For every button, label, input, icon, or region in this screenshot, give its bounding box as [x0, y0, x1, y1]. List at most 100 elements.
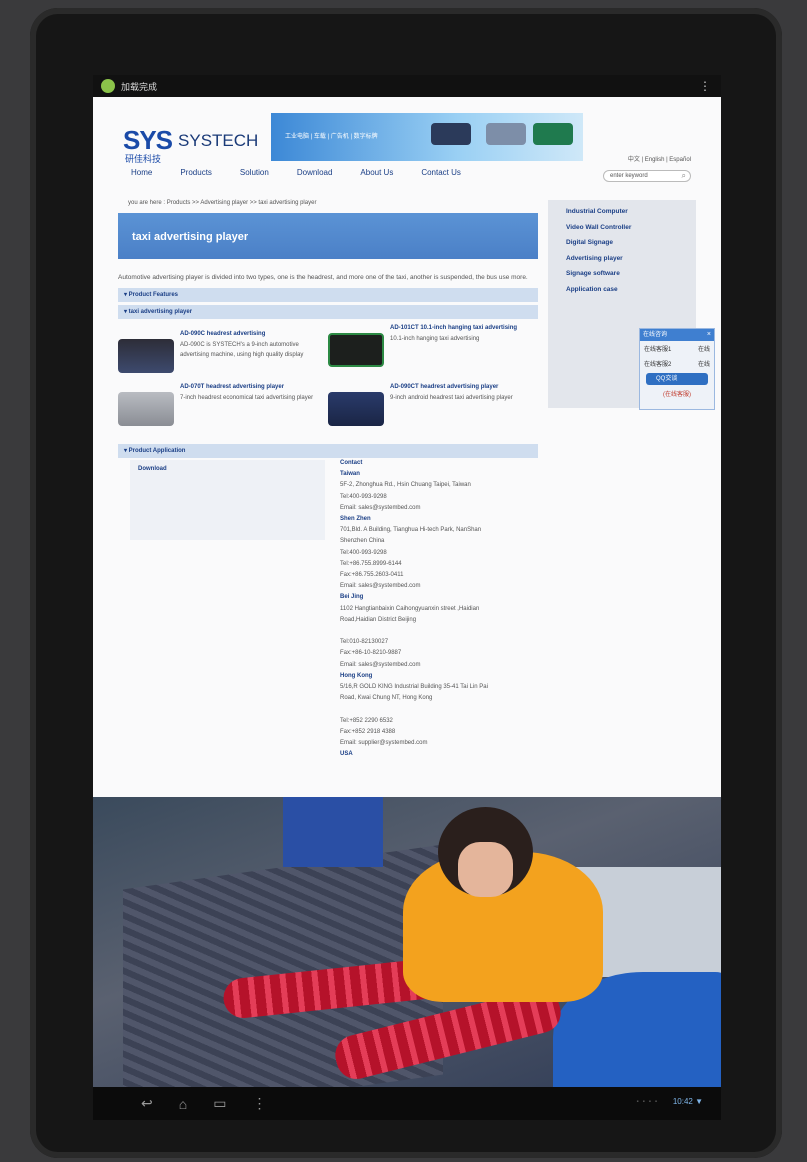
notification-tray[interactable]: ▪▪▪▪ [636, 1099, 661, 1105]
qq-chat-button[interactable]: QQ交谈 [646, 373, 708, 385]
banner-text: 工业电脑 | 车载 | 广告机 | 数字标牌 [285, 134, 378, 140]
contact-line: Fax:+86.755.2603-0411 [340, 572, 404, 579]
contact-region: USA [340, 751, 353, 758]
product-image[interactable] [118, 339, 174, 373]
contact-line[interactable]: Email: sales@systembed.com [340, 503, 540, 514]
product-desc: 10.1-inch hanging taxi advertising [390, 336, 480, 342]
contact-region: Bei Jing [340, 594, 364, 601]
contact-line: 1102 Hangtianbaixin Caihongyuanxin stree… [340, 605, 480, 612]
chat-header: 在线咨询 × [640, 329, 714, 341]
main-content: you are here : Products >> Advertising p… [118, 200, 538, 757]
nav-solution[interactable]: Solution [240, 168, 269, 177]
overflow-menu-icon[interactable]: ⋮ [699, 79, 711, 93]
tablet-screen: 加载完成 ⋮ SYS SYSTECH 研佳科技 工业电脑 | 车载 | 广告机 … [93, 75, 721, 1120]
close-icon[interactable]: × [707, 329, 711, 341]
product-desc: 9-inch android headrest taxi advertising… [390, 395, 513, 401]
recent-apps-icon[interactable]: ▭ [213, 1095, 226, 1112]
contact-line: 5F-2, Zhonghua Rd., Hsin Chuang Taipei, … [340, 482, 471, 489]
language-switcher[interactable]: 中文 | English | Español [628, 154, 691, 163]
contact-line: Road, Kwai Chung NT, Hong Kong [340, 695, 433, 702]
status-app-name: 加载完成 [121, 81, 158, 92]
chat-service-label: 在线客服1 [644, 347, 672, 353]
banner-device-image [431, 123, 471, 145]
video-scene-child-face [458, 842, 513, 897]
product-item[interactable]: AD-101CT 10.1-inch hanging taxi advertis… [328, 325, 528, 380]
product-item[interactable]: AD-090CT headrest advertising player 9-i… [328, 384, 528, 439]
contact-line[interactable]: Email: supplier@systembed.com [340, 738, 540, 749]
contact-line: 5/16,R GOLD KING Industrial Building 35-… [340, 684, 488, 691]
product-title[interactable]: AD-101CT 10.1-inch hanging taxi advertis… [390, 325, 540, 331]
sidebar-item-video-wall[interactable]: Video Wall Controller [566, 224, 696, 240]
chat-service-row[interactable]: 在线客服2 在线 [640, 356, 714, 371]
product-title[interactable]: AD-090CT headrest advertising player [390, 384, 540, 390]
android-navigation-bar: ↩ ⌂ ▭ ⋮ ▪▪▪▪ 10:42 ▼ [93, 1087, 721, 1120]
contact-line: Road,Haidian District Beijing [340, 616, 417, 623]
contact-line: Shenzhen China [340, 538, 385, 545]
breadcrumb[interactable]: you are here : Products >> Advertising p… [128, 200, 538, 206]
header-banner: 工业电脑 | 车载 | 广告机 | 数字标牌 [271, 113, 583, 161]
video-scene-pole [283, 797, 383, 867]
product-item[interactable]: AD-090C headrest advertising AD-090C is … [118, 331, 318, 386]
product-image[interactable] [328, 333, 384, 367]
product-image[interactable] [118, 392, 174, 426]
contact-line: Fax:+852 2918 4388 [340, 728, 396, 735]
status-bar: 加载完成 ⋮ [93, 75, 721, 97]
search-icon[interactable]: ⌕ [682, 171, 686, 181]
android-app-icon [101, 79, 115, 93]
search-input[interactable]: enter keyword ⌕ [603, 170, 691, 182]
sidebar-item-industrial-computer[interactable]: Industrial Computer [566, 208, 696, 224]
chat-widget: 在线咨询 × 在线客服1 在线 在线客服2 在线 QQ交谈 (在线客服) [639, 328, 715, 410]
contact-region: Taiwan [340, 471, 360, 478]
nav-contact-us[interactable]: Contact Us [421, 168, 461, 177]
main-nav: Home Products Solution Download About Us… [131, 168, 461, 177]
contact-section: Contact Taiwan 5F-2, Zhonghua Rd., Hsin C… [340, 458, 540, 760]
contact-line: Tel:+852 2290 6532 [340, 717, 393, 724]
chat-service-label: 在线客服2 [644, 362, 672, 368]
logo-name: SYSTECH [178, 130, 259, 150]
product-image[interactable] [328, 392, 384, 426]
contact-line[interactable]: Email: sales@systembed.com [340, 660, 540, 671]
contact-line: Tel:010-82130027 [340, 639, 389, 646]
contact-heading: Contact [340, 460, 363, 466]
web-page: SYS SYSTECH 研佳科技 工业电脑 | 车载 | 广告机 | 数字标牌 … [93, 97, 721, 797]
product-item[interactable]: AD-070T headrest advertising player 7-in… [118, 384, 318, 439]
home-icon[interactable]: ⌂ [179, 1096, 187, 1112]
section-product-application[interactable]: ▾ Product Application [118, 444, 538, 458]
contact-line: Tel:+86.755.8999-6144 [340, 560, 402, 567]
site-header: SYS SYSTECH 研佳科技 工业电脑 | 车载 | 广告机 | 数字标牌 … [93, 97, 721, 192]
sidebar-item-advertising-player[interactable]: Advertising player [566, 255, 696, 271]
section-product-features[interactable]: ▾ Product Features [118, 288, 538, 302]
contact-line [340, 626, 540, 637]
page-title: taxi advertising player [118, 213, 538, 259]
chat-service-status: 在线 [697, 362, 710, 368]
nav-home[interactable]: Home [131, 168, 152, 177]
search-placeholder: enter keyword [610, 173, 648, 179]
chat-title: 在线咨询 [643, 332, 668, 338]
download-section[interactable]: Download [130, 460, 325, 540]
sidebar-item-signage-software[interactable]: Signage software [566, 270, 696, 286]
banner-device-image [486, 123, 526, 145]
chat-footer: (在线客服) [663, 392, 691, 398]
menu-icon[interactable]: ⋮ [252, 1095, 266, 1112]
video-player-area[interactable] [93, 797, 721, 1087]
chat-service-row[interactable]: 在线客服1 在线 [640, 341, 714, 356]
product-title[interactable]: AD-070T headrest advertising player [180, 384, 330, 390]
product-list: AD-090C headrest advertising AD-090C is … [118, 319, 538, 441]
contact-line [340, 704, 540, 715]
contact-line[interactable]: Email: sales@systembed.com [340, 581, 540, 592]
section-taxi-player[interactable]: ▾ taxi advertising player [118, 305, 538, 319]
system-clock[interactable]: 10:42 ▼ [673, 1097, 703, 1106]
product-desc: AD-090C is SYSTECH's a 9-inch automotive… [180, 342, 304, 358]
banner-device-image [533, 123, 573, 145]
contact-line: Tel:400-993-9298 [340, 493, 387, 500]
product-title[interactable]: AD-090C headrest advertising [180, 331, 330, 337]
contact-line: Tel:400-993-9298 [340, 549, 387, 556]
sidebar-item-application-case[interactable]: Application case [566, 286, 696, 302]
chat-service-status: 在线 [697, 347, 710, 353]
nav-about-us[interactable]: About Us [360, 168, 393, 177]
nav-products[interactable]: Products [180, 168, 212, 177]
contact-line: Fax:+86-10-8210-9887 [340, 650, 402, 657]
sidebar-item-digital-signage[interactable]: Digital Signage [566, 239, 696, 255]
nav-download[interactable]: Download [297, 168, 333, 177]
back-icon[interactable]: ↩ [141, 1095, 153, 1112]
